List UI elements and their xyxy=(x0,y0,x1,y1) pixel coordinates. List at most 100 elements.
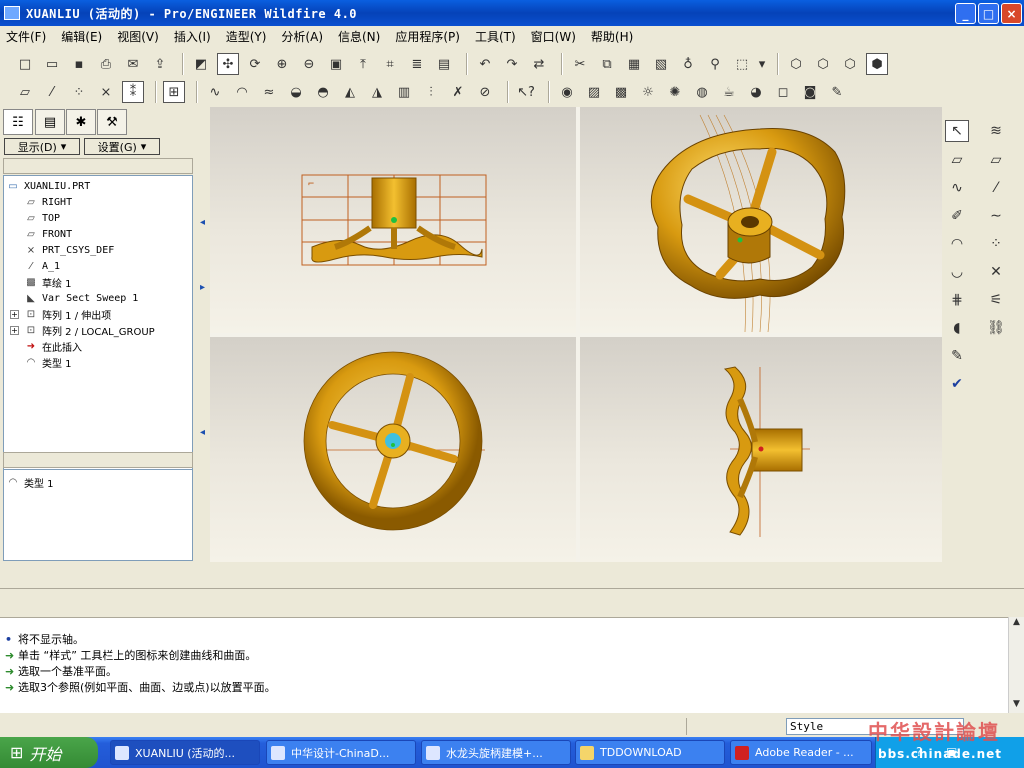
select-box-icon[interactable]: ⬚ xyxy=(731,53,753,75)
plane-display-icon[interactable]: ▱ xyxy=(14,81,36,103)
maximize-button[interactable]: □ xyxy=(978,3,999,24)
menu-view[interactable]: 视图(V) xyxy=(117,28,159,45)
copy-icon[interactable]: ⧉ xyxy=(596,53,618,75)
wireframe-icon[interactable]: ⬡ xyxy=(785,53,807,75)
menu-edit[interactable]: 编辑(E) xyxy=(61,28,102,45)
tree-item[interactable]: ◠ 类型 1 xyxy=(6,475,54,490)
tree-item[interactable]: ⁄ A_1 xyxy=(24,259,60,274)
viewport-isometric[interactable] xyxy=(580,107,942,333)
tree-item[interactable]: ➜ 在此插入 xyxy=(24,339,82,354)
menu-analysis[interactable]: 分析(A) xyxy=(281,28,323,45)
section-analysis-icon[interactable]: ◓ xyxy=(312,81,334,103)
csys-icon[interactable]: ✕ xyxy=(984,261,1008,283)
menu-info[interactable]: 信息(N) xyxy=(338,28,380,45)
csys-display-icon[interactable]: ⨯ xyxy=(95,81,117,103)
viewport-right[interactable] xyxy=(580,337,942,562)
room-icon[interactable]: ▩ xyxy=(610,81,632,103)
saved-views-icon[interactable]: ⌗ xyxy=(379,53,401,75)
edit-curve-icon[interactable]: ✐ xyxy=(945,205,969,227)
tree-item[interactable]: ▱ TOP xyxy=(24,211,60,226)
scroll-down-icon[interactable]: ▼ xyxy=(1009,699,1024,713)
expand-arrow-icon[interactable]: ▸ xyxy=(200,282,205,293)
print-icon[interactable]: ⎙ xyxy=(95,53,117,75)
new-file-icon[interactable]: □ xyxy=(14,53,36,75)
task-browser-2[interactable]: 水龙头旋柄建模+... xyxy=(421,740,571,765)
curvature-analysis-icon[interactable]: ◒ xyxy=(285,81,307,103)
datum-plane-icon[interactable]: ▱ xyxy=(984,149,1008,171)
delete-analysis-icon[interactable]: ✗ xyxy=(447,81,469,103)
expand-icon[interactable]: + xyxy=(10,326,19,335)
offset-icon[interactable]: ◭ xyxy=(339,81,361,103)
model-tree-tab-icon[interactable]: ☷ xyxy=(3,109,33,135)
menu-style[interactable]: 造型(Y) xyxy=(226,28,267,45)
render-setup-icon[interactable]: ◕ xyxy=(745,81,767,103)
tree-item[interactable]: ◠ 类型 1 xyxy=(24,355,72,370)
expand-icon[interactable]: + xyxy=(10,310,19,319)
box-icon[interactable]: ◻ xyxy=(772,81,794,103)
edit-surface-icon[interactable]: ✎ xyxy=(945,345,969,367)
dropdown-arrow-icon[interactable]: ▾ xyxy=(758,53,766,75)
datum-point-icon[interactable]: ⁘ xyxy=(984,233,1008,255)
hide-analysis-icon[interactable]: ⊘ xyxy=(474,81,496,103)
send-icon[interactable]: ⇪ xyxy=(149,53,171,75)
menu-insert[interactable]: 插入(I) xyxy=(174,28,211,45)
viewport-front[interactable]: ⌐ xyxy=(210,107,576,333)
viewport-top[interactable] xyxy=(210,337,576,562)
annotation-display-icon[interactable]: ⁑ xyxy=(122,81,144,103)
select-arrow-icon[interactable]: ↖ xyxy=(945,120,969,142)
collapse-arrow-icon[interactable]: ◂ xyxy=(200,217,205,228)
view-manager-icon[interactable]: ▤ xyxy=(433,53,455,75)
trim-surface-icon[interactable]: ◖ xyxy=(945,317,969,339)
slope-analysis-icon[interactable]: ▥ xyxy=(393,81,415,103)
analysis-icon[interactable]: ⚟ xyxy=(984,289,1008,311)
reorient-icon[interactable]: ⤒ xyxy=(352,53,374,75)
tree-item[interactable]: ⊡ 阵列 2 / LOCAL_GROUP xyxy=(24,323,155,338)
decal-icon[interactable]: ✎ xyxy=(826,81,848,103)
repaint-icon[interactable]: ◩ xyxy=(190,53,212,75)
datum-axis-icon[interactable]: ⁄ xyxy=(984,177,1008,199)
regenerate-icon[interactable]: ⇄ xyxy=(528,53,550,75)
curve-tool-icon[interactable]: ∿ xyxy=(204,81,226,103)
internal-plane-icon[interactable]: ▱ xyxy=(945,149,969,171)
minimize-button[interactable]: _ xyxy=(955,3,976,24)
menu-help[interactable]: 帮助(H) xyxy=(591,28,633,45)
history-tab-icon[interactable]: ⚒ xyxy=(97,109,127,135)
graphics-area[interactable]: ⌐ xyxy=(210,107,942,562)
message-scrollbar[interactable]: ▲ ▼ xyxy=(1008,617,1024,713)
shading-icon[interactable]: ⬢ xyxy=(866,53,888,75)
redo-icon[interactable]: ↷ xyxy=(501,53,523,75)
draft-analysis-icon[interactable]: ⫶ xyxy=(420,81,442,103)
tree-item[interactable]: ▭ XUANLIU.PRT xyxy=(6,179,90,194)
email-icon[interactable]: ✉ xyxy=(122,53,144,75)
menu-applications[interactable]: 应用程序(P) xyxy=(395,28,460,45)
menu-tools[interactable]: 工具(T) xyxy=(475,28,516,45)
save-icon[interactable]: ▪ xyxy=(68,53,90,75)
task-browser-1[interactable]: 中华设计-ChinaD... xyxy=(266,740,416,765)
spin-center-icon[interactable]: ✣ xyxy=(217,53,239,75)
checkmark-icon[interactable]: ✔ xyxy=(945,373,969,395)
regen-manager-icon[interactable]: ♁ xyxy=(677,53,699,75)
connect-surface-icon[interactable]: ⋕ xyxy=(945,289,969,311)
refit-icon[interactable]: ▣ xyxy=(325,53,347,75)
start-button[interactable]: ⊞ 开始 xyxy=(0,737,98,768)
create-curve-icon[interactable]: ∿ xyxy=(945,177,969,199)
tree-item[interactable]: ⊡ 阵列 1 / 伸出项 xyxy=(24,307,111,322)
open-file-icon[interactable]: ▭ xyxy=(41,53,63,75)
hidden-line-icon[interactable]: ⬡ xyxy=(812,53,834,75)
tree-item[interactable]: ▩ 草绘 1 xyxy=(24,275,71,290)
effects-icon[interactable]: ✺ xyxy=(664,81,686,103)
context-help-icon[interactable]: ↖? xyxy=(515,81,537,103)
chain-link-icon[interactable]: ⛓ xyxy=(984,317,1008,339)
render-icon[interactable]: ◍ xyxy=(691,81,713,103)
tree-item[interactable]: ▱ FRONT xyxy=(24,227,72,242)
zoom-out-icon[interactable]: ⊖ xyxy=(298,53,320,75)
paste-special-icon[interactable]: ▧ xyxy=(650,53,672,75)
layers-icon[interactable]: ≣ xyxy=(406,53,428,75)
task-proe[interactable]: XUANLIU (活动的... xyxy=(110,740,260,765)
no-hidden-icon[interactable]: ⬡ xyxy=(839,53,861,75)
menu-file[interactable]: 文件(F) xyxy=(6,28,46,45)
grid-display-icon[interactable]: ⊞ xyxy=(163,81,185,103)
tree-item[interactable]: ◣ Var Sect Sweep 1 xyxy=(24,291,138,306)
curve-on-surface-icon[interactable]: ≈ xyxy=(258,81,280,103)
orient-mode-icon[interactable]: ⟳ xyxy=(244,53,266,75)
